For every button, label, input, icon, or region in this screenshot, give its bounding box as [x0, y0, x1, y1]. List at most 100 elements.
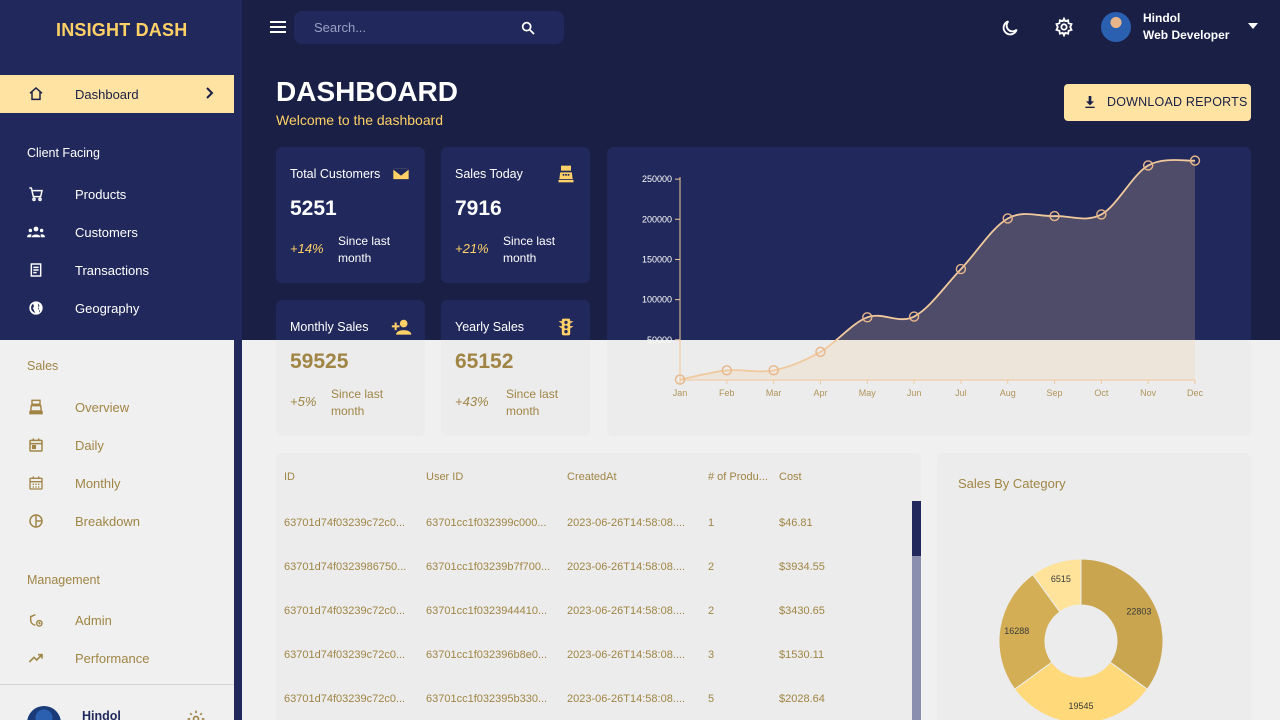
table-row[interactable]: 63701d74f03239c72c0... 63701cc1f032395b3…: [276, 677, 912, 720]
stat-value: 7916: [455, 197, 502, 220]
sales-by-category-card: Sales By Category 22803 19545 16288 6515: [937, 453, 1251, 720]
sidebar-item-overview[interactable]: Overview: [0, 388, 234, 426]
cell-user-id: 63701cc1f032396b8e0...: [426, 649, 548, 661]
table-row[interactable]: 63701d74f03239c72c0... 63701cc1f032396b8…: [276, 633, 912, 677]
stat-card-sales-today: Sales Today 7916 +21% Since last month: [441, 147, 590, 283]
chart-x-tick-label: Aug: [1000, 388, 1016, 398]
chart-x-tick-label: Oct: [1094, 388, 1109, 398]
sidebar-item-label: Geography: [75, 300, 140, 316]
donut-slice-label: 22803: [1126, 606, 1151, 616]
user-role: Web Developer: [1143, 28, 1230, 42]
sidebar-item-monthly[interactable]: Monthly: [0, 464, 234, 502]
cell-cost: $1530.11: [779, 649, 825, 661]
sidebar-item-daily[interactable]: Daily: [0, 426, 234, 464]
sidebar-item-geography[interactable]: Geography: [0, 289, 234, 327]
cell-id: 63701d74f03239c72c0...: [284, 517, 406, 529]
page-subtitle: Welcome to the dashboard: [276, 112, 444, 128]
search-icon[interactable]: [520, 20, 536, 36]
cell-products: 1: [708, 517, 715, 529]
chart-y-tick-label: 50000: [647, 335, 672, 345]
chart-x-tick-label: Feb: [719, 388, 735, 398]
stat-value: 65152: [455, 350, 514, 373]
download-icon: [1082, 94, 1098, 110]
sidebar-item-dashboard[interactable]: Dashboard: [0, 75, 234, 113]
avatar[interactable]: [27, 706, 61, 720]
pie-chart-icon: [27, 512, 45, 530]
column-header-created-at[interactable]: CreatedAt: [567, 471, 617, 483]
user-profile[interactable]: Hindol Web Developer: [1143, 11, 1229, 42]
column-header-products[interactable]: # of Produ...: [708, 471, 768, 483]
sidebar-item-performance[interactable]: Performance: [0, 639, 234, 677]
chart-x-tick-label: Sep: [1047, 388, 1063, 398]
chart-area-fill: [680, 159, 1195, 380]
cell-products: 3: [708, 649, 715, 661]
globe-icon: [27, 299, 45, 317]
dropdown-caret-icon[interactable]: [1248, 23, 1258, 29]
cell-products: 2: [708, 561, 715, 573]
cell-id: 63701d74f03239c72c0...: [284, 693, 406, 705]
sidebar-item-transactions[interactable]: Transactions: [0, 251, 234, 289]
chart-x-tick-label: May: [859, 388, 877, 398]
column-header-cost[interactable]: Cost: [779, 471, 802, 483]
stat-title: Monthly Sales: [290, 320, 369, 334]
stat-since: Since last month: [331, 387, 384, 418]
cell-cost: $46.81: [779, 517, 813, 529]
cell-created-at: 2023-06-26T14:58:08....: [567, 649, 686, 661]
table-row[interactable]: 63701d74f03239c72c0... 63701cc1f032399c0…: [276, 501, 912, 545]
sidebar-item-label: Dashboard: [75, 86, 139, 102]
chart-y-tick-label: 250000: [642, 174, 672, 184]
sidebar-item-label: Breakdown: [75, 513, 141, 529]
table-scrollbar-thumb[interactable]: [912, 501, 921, 556]
sales-area-chart: 50000 100000 150000 200000 250000 Jan Feb Mar Ap…: [642, 155, 1203, 398]
stat-since: Since last month: [338, 234, 391, 265]
sidebar-item-customers[interactable]: Customers: [0, 213, 234, 251]
settings-icon[interactable]: [1054, 16, 1074, 38]
column-header-id[interactable]: ID: [284, 471, 295, 483]
sidebar-item-label: Overview: [75, 399, 130, 415]
stat-since: Since last month: [506, 387, 559, 418]
donut-slice-label: 6515: [1051, 574, 1071, 584]
cell-created-at: 2023-06-26T14:58:08....: [567, 561, 686, 573]
table-row[interactable]: 63701d74f0323986750... 63701cc1f03239b7f…: [276, 545, 912, 589]
trending-up-icon: [27, 649, 45, 667]
column-header-user-id[interactable]: User ID: [426, 471, 463, 483]
cell-cost: $3934.55: [779, 561, 825, 573]
chart-x-tick-label: Apr: [813, 388, 827, 398]
download-reports-label: DOWNLOAD REPORTS: [1107, 95, 1248, 109]
download-reports-button[interactable]: DOWNLOAD REPORTS: [1064, 84, 1251, 121]
gear-icon[interactable]: [186, 709, 206, 720]
footer-user-name: Hindol: [82, 709, 121, 720]
search-bar[interactable]: Search...: [294, 11, 564, 44]
stat-title: Yearly Sales: [455, 320, 525, 334]
sales-chart-card: 50000 100000 150000 200000 250000 Jan Feb Mar Ap…: [607, 147, 1251, 436]
sidebar-item-label: Customers: [75, 224, 138, 240]
menu-icon[interactable]: [270, 20, 286, 34]
stat-change: +5%: [290, 394, 317, 409]
avatar[interactable]: [1101, 12, 1131, 42]
page-title: DASHBOARD: [276, 76, 458, 107]
sidebar-item-breakdown[interactable]: Breakdown: [0, 502, 234, 540]
sidebar-item-label: Admin: [75, 612, 112, 628]
table-row[interactable]: 63701d74f03239c72c0... 63701cc1f03239444…: [276, 589, 912, 633]
transactions-table: ID User ID CreatedAt # of Produ... Cost …: [276, 453, 921, 720]
sidebar-item-admin[interactable]: Admin: [0, 601, 234, 639]
cell-created-at: 2023-06-26T14:58:08....: [567, 517, 686, 529]
cell-created-at: 2023-06-26T14:58:08....: [567, 693, 686, 705]
traffic-icon: [556, 317, 576, 337]
sidebar-item-label: Transactions: [75, 262, 149, 278]
chart-y-tick-label: 150000: [642, 254, 672, 264]
donut-slice-label: 16288: [1004, 626, 1029, 636]
cell-user-id: 63701cc1f032399c000...: [426, 517, 547, 529]
cell-products: 2: [708, 605, 715, 617]
sales-by-category-donut: 22803 19545 16288 6515: [998, 558, 1164, 720]
brand-logo[interactable]: INSIGHT DASH: [56, 20, 187, 41]
stat-card-total-customers: Total Customers 5251 +14% Since last mon…: [276, 147, 425, 283]
sidebar-item-label: Performance: [75, 650, 150, 666]
sidebar-item-products[interactable]: Products: [0, 175, 234, 213]
chart-x-tick-label: Jan: [673, 388, 688, 398]
shopping-cart-icon: [27, 185, 45, 203]
dark-mode-icon[interactable]: [1000, 18, 1020, 38]
stat-change: +14%: [290, 241, 324, 256]
search-input[interactable]: Search...: [314, 20, 366, 35]
donut-slice: [1080, 558, 1164, 690]
